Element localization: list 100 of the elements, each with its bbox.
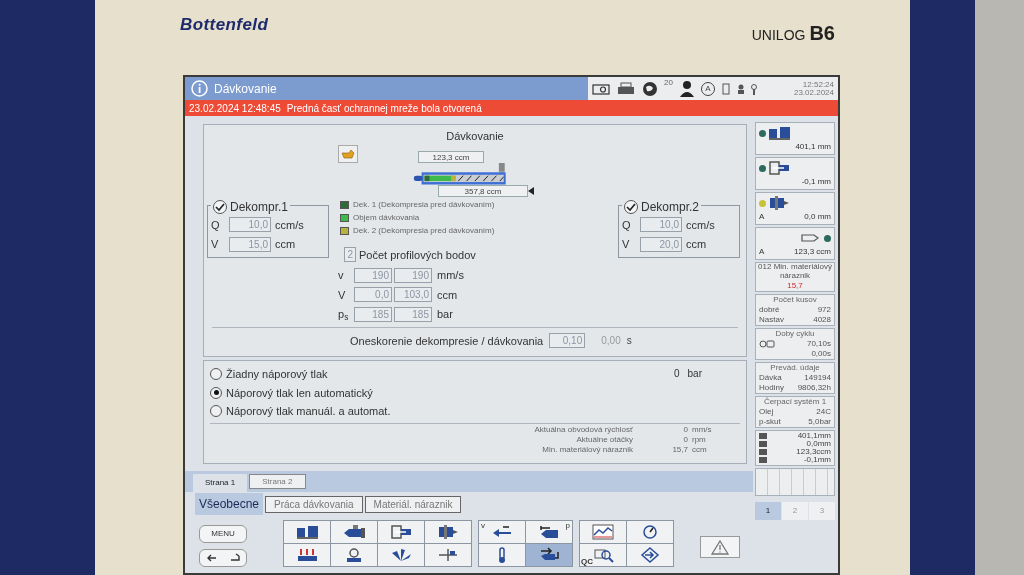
clock-time: 12:52:24	[802, 80, 834, 89]
field-symbol: p$_{s}$	[338, 307, 350, 323]
user-icon	[678, 79, 695, 98]
input-field[interactable]: 190	[394, 267, 432, 283]
printer-icon	[616, 81, 636, 96]
radio-button[interactable]	[210, 386, 222, 399]
checkbox[interactable]	[624, 199, 638, 214]
page-button[interactable]: 3	[809, 502, 835, 520]
radio-button[interactable]	[210, 405, 222, 418]
warning-button[interactable]	[700, 536, 740, 558]
corner-label: p	[565, 521, 570, 530]
axis-position-card[interactable]: A 0,0 mm	[755, 192, 835, 225]
toolbar-button[interactable]	[331, 544, 377, 566]
checkmark-icon	[215, 201, 225, 212]
model-label: B6	[809, 21, 835, 46]
toolbar-button[interactable]: QC	[580, 544, 626, 566]
field-symbol: Q	[622, 217, 632, 233]
field-symbol: V	[338, 287, 347, 303]
input-field[interactable]: 0,10	[549, 333, 586, 349]
page-button[interactable]: 2	[782, 502, 808, 520]
ejector-icon	[390, 524, 412, 540]
axis-reading: 401,1mm	[797, 432, 831, 440]
toolbar-button[interactable]	[284, 521, 330, 543]
alarm-message: Predná časť ochrannej mreže bola otvorená	[286, 101, 482, 116]
toolbar-button[interactable]	[378, 521, 424, 543]
window-title: Dávkovanie	[214, 80, 277, 98]
axis-reading: -0,1mm	[803, 456, 831, 464]
toolbar-button[interactable]	[425, 544, 471, 566]
input-field[interactable]: 15,0	[229, 236, 271, 252]
toolbar-button[interactable]	[526, 544, 572, 566]
radio-option[interactable]: Žiadny náporový tlak	[210, 366, 674, 383]
input-field[interactable]: 185	[354, 306, 392, 322]
input-field[interactable]: 103,0	[394, 287, 432, 303]
unit-label: mm/s	[691, 424, 713, 435]
row-value: 9806,32h	[797, 383, 831, 393]
checkbox[interactable]	[213, 199, 227, 214]
card-title: Doby cyklu	[774, 329, 816, 339]
unit-label: ccm/s	[275, 217, 304, 233]
corner-label: QC	[581, 557, 593, 566]
card-title: Čerpací systém 1	[762, 397, 828, 407]
input-field[interactable]: 10,0	[640, 217, 682, 233]
legend-label: Dek. 2 (Dekompresia pred dávkovaním)	[353, 224, 495, 237]
input-field[interactable]: 10,0	[229, 217, 271, 233]
page-button[interactable]: 1	[755, 502, 781, 520]
unit-label: ccm	[437, 287, 458, 303]
field-label: Počet profilových bodov	[359, 247, 476, 263]
diamond-arrow-icon	[639, 547, 661, 563]
menu-button[interactable]: MENU	[199, 525, 247, 543]
page-tab[interactable]: Strana 1	[193, 474, 248, 492]
toolbar-button[interactable]	[284, 544, 330, 566]
page-tab[interactable]: Strana 2	[249, 474, 306, 489]
injection-unit-icon	[343, 524, 365, 540]
arrow-left-icon	[491, 524, 513, 540]
hand-icon	[341, 148, 355, 159]
checkbox-label: Dekompr.2	[641, 198, 700, 216]
section-tab[interactable]: Práca dávkovania	[265, 495, 363, 513]
input-field[interactable]: 0,0	[354, 287, 392, 303]
count-field[interactable]: 2	[344, 247, 356, 263]
toolbar-button[interactable]	[378, 544, 424, 566]
row-label: Hodiny	[759, 383, 784, 393]
radio-option[interactable]: Náporový tlak manuál. a automat.	[210, 403, 674, 420]
mold-icon	[768, 125, 790, 141]
axis-position-card[interactable]: A 123,3 ccm	[755, 227, 835, 260]
position-reading: -0,1 mm	[801, 176, 831, 188]
panel-title: Dávkovanie	[446, 130, 504, 142]
toolbar-button[interactable]	[580, 521, 626, 543]
toolbar-button[interactable]	[425, 521, 471, 543]
user-count: 20	[664, 77, 673, 89]
row-value: 972	[817, 305, 831, 315]
axis-position-card[interactable]: -0,1 mm	[755, 157, 835, 190]
row-label: p-skut	[759, 417, 781, 427]
series-label: UNILOG	[751, 26, 806, 45]
section-tab[interactable]: Všeobecne	[195, 493, 264, 515]
axis-position-card[interactable]: 401,1 mm	[755, 122, 835, 155]
axis-reading: 0,0mm	[806, 440, 831, 448]
radio-button[interactable]	[210, 368, 222, 381]
toolbar-button[interactable]	[479, 544, 525, 566]
hand-button[interactable]	[338, 144, 358, 163]
radio-option[interactable]: Náporový tlak len automatický	[210, 384, 674, 401]
toolbar-button[interactable]	[627, 521, 673, 543]
section-tab[interactable]: Materiál. náraznik	[364, 495, 462, 513]
row-label: Nastav	[759, 315, 784, 325]
toolbar-button[interactable]	[331, 521, 377, 543]
card-title: Prevád. údaje	[769, 363, 821, 373]
unit-label: ccm	[686, 237, 707, 252]
unit-label: bar	[437, 307, 453, 322]
toolbar-button[interactable]: v	[479, 521, 525, 543]
toolbar-button[interactable]: p	[526, 521, 572, 543]
stat-value: 15,7	[671, 444, 688, 455]
row-value: 5,0bar	[808, 417, 831, 427]
input-field[interactable]: 185	[394, 306, 432, 322]
toolbar-button[interactable]	[627, 544, 673, 566]
input-field[interactable]: 190	[354, 267, 392, 283]
row-value: 4028	[813, 315, 831, 325]
row-value: 70,10s	[806, 339, 831, 349]
swap-arrows-icon	[538, 547, 560, 563]
undo-icon[interactable]	[205, 553, 218, 563]
redo-icon[interactable]	[228, 553, 241, 563]
input-field[interactable]: 20,0	[640, 236, 682, 252]
magnifier-icon	[592, 547, 614, 563]
